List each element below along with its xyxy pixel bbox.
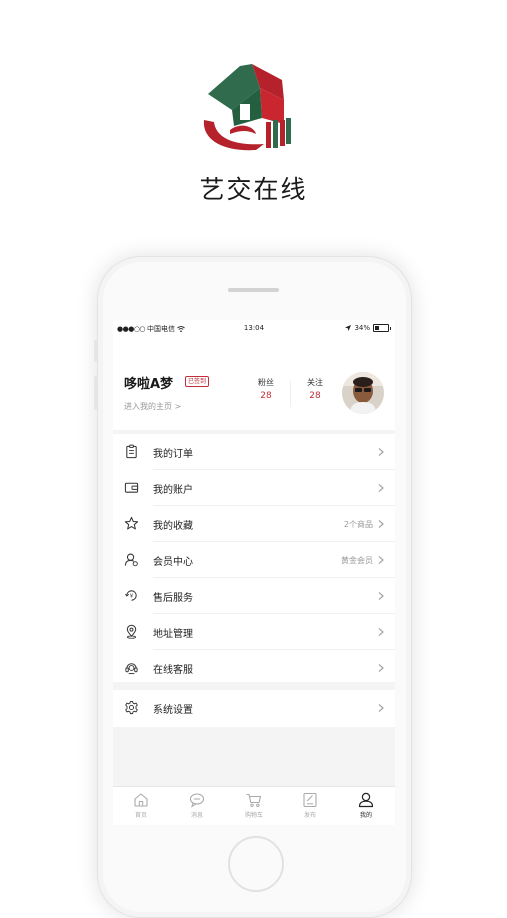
menu-item-label: 我的账户 (153, 484, 193, 496)
tab-mine[interactable]: 我的 (338, 791, 394, 819)
menu-item-label: 会员中心 (153, 556, 193, 568)
tab-cart[interactable]: 购物车 (226, 791, 282, 819)
menu-item-label: 我的订单 (153, 448, 193, 460)
menu-item-favorites[interactable]: 我的收藏 2个商品 (113, 506, 395, 542)
phone-mute-switch (94, 340, 97, 362)
home-icon (134, 793, 148, 807)
menu-item-address[interactable]: 地址管理 (113, 614, 395, 650)
chevron-right-icon (378, 704, 384, 712)
tab-label: 发布 (303, 812, 316, 819)
profile-home-link[interactable]: 进入我的主页 > (124, 401, 181, 412)
message-icon (189, 793, 205, 808)
chevron-right-icon (378, 592, 384, 600)
menu-item-label: 地址管理 (153, 628, 193, 640)
tab-publish[interactable]: 发布 (282, 791, 338, 819)
gear-icon (125, 700, 138, 715)
phone-home-button (228, 836, 284, 892)
menu-list: 我的订单 我的账户 我的收藏 2个商品 会员中心 黄金会员 ¥ 售后服务 地址管… (113, 434, 395, 682)
tab-label: 消息 (190, 812, 203, 819)
chevron-right-icon (378, 664, 384, 672)
menu-item-label: 我的收藏 (153, 520, 193, 532)
menu-item-online-support[interactable]: 在线客服 (113, 650, 395, 686)
username: 哆啦A梦 (124, 377, 174, 392)
menu-item-member-center[interactable]: 会员中心 黄金会员 (113, 542, 395, 578)
tab-home[interactable]: 首页 (113, 791, 169, 819)
phone-speaker (228, 288, 279, 292)
menu-item-label: 系统设置 (153, 704, 193, 716)
tab-label: 我的 (359, 812, 372, 819)
status-badge: 已签到 (185, 376, 210, 387)
avatar[interactable] (342, 372, 384, 414)
battery-percent: 34% (354, 324, 370, 332)
fans-count: 28 (260, 391, 272, 401)
publish-icon (303, 792, 317, 808)
tab-bar: 首页 消息 购物车 发布 我的 (113, 786, 395, 825)
follow-label: 关注 (307, 378, 323, 387)
phone-volume-button (94, 376, 97, 410)
menu-item-label: 在线客服 (153, 664, 193, 676)
chevron-right-icon (378, 520, 384, 528)
tab-label: 购物车 (244, 812, 263, 819)
headset-icon (125, 663, 138, 675)
fans-stat[interactable]: 粉丝 28 (246, 377, 286, 401)
chevron-right-icon (378, 448, 384, 456)
svg-text:¥: ¥ (130, 594, 134, 600)
follow-stat[interactable]: 关注 28 (295, 377, 335, 401)
menu-item-account[interactable]: 我的账户 (113, 470, 395, 506)
menu-item-after-sales[interactable]: ¥ 售后服务 (113, 578, 395, 614)
menu-item-orders[interactable]: 我的订单 (113, 434, 395, 470)
star-icon (124, 516, 139, 530)
user-icon (358, 792, 374, 808)
wallet-icon (124, 482, 139, 493)
service-icon: ¥ (125, 590, 137, 601)
stat-divider (290, 381, 291, 407)
app-logo (203, 64, 291, 151)
member-icon (124, 553, 138, 567)
menu-item-settings[interactable]: 系统设置 (113, 690, 395, 726)
member-level: 黄金会员 (341, 555, 373, 565)
tab-messages[interactable]: 消息 (169, 791, 225, 819)
status-bar: ●●●○○ 中国电信 13:04 34% (113, 320, 395, 337)
cart-icon (246, 793, 262, 808)
menu-item-label: 售后服务 (153, 592, 193, 604)
phone-screen: ●●●○○ 中国电信 13:04 34% 哆啦A梦 已签到 进入我的主页 > 粉… (113, 320, 395, 825)
follow-count: 28 (309, 391, 321, 401)
profile-header: 哆啦A梦 已签到 进入我的主页 > 粉丝 28 关注 28 (113, 337, 395, 430)
chevron-right-icon (378, 628, 384, 636)
location-icon (126, 624, 137, 639)
battery-icon (373, 324, 391, 332)
app-name: 艺交在线 (199, 175, 308, 204)
location-arrow-icon (345, 325, 352, 331)
chevron-right-icon (378, 556, 384, 564)
favorites-count: 2个商品 (343, 519, 373, 529)
chevron-right-icon (378, 484, 384, 492)
settings-group: 系统设置 (113, 690, 395, 727)
fans-label: 粉丝 (258, 378, 274, 387)
tab-label: 首页 (134, 812, 147, 819)
clipboard-icon (126, 444, 137, 459)
